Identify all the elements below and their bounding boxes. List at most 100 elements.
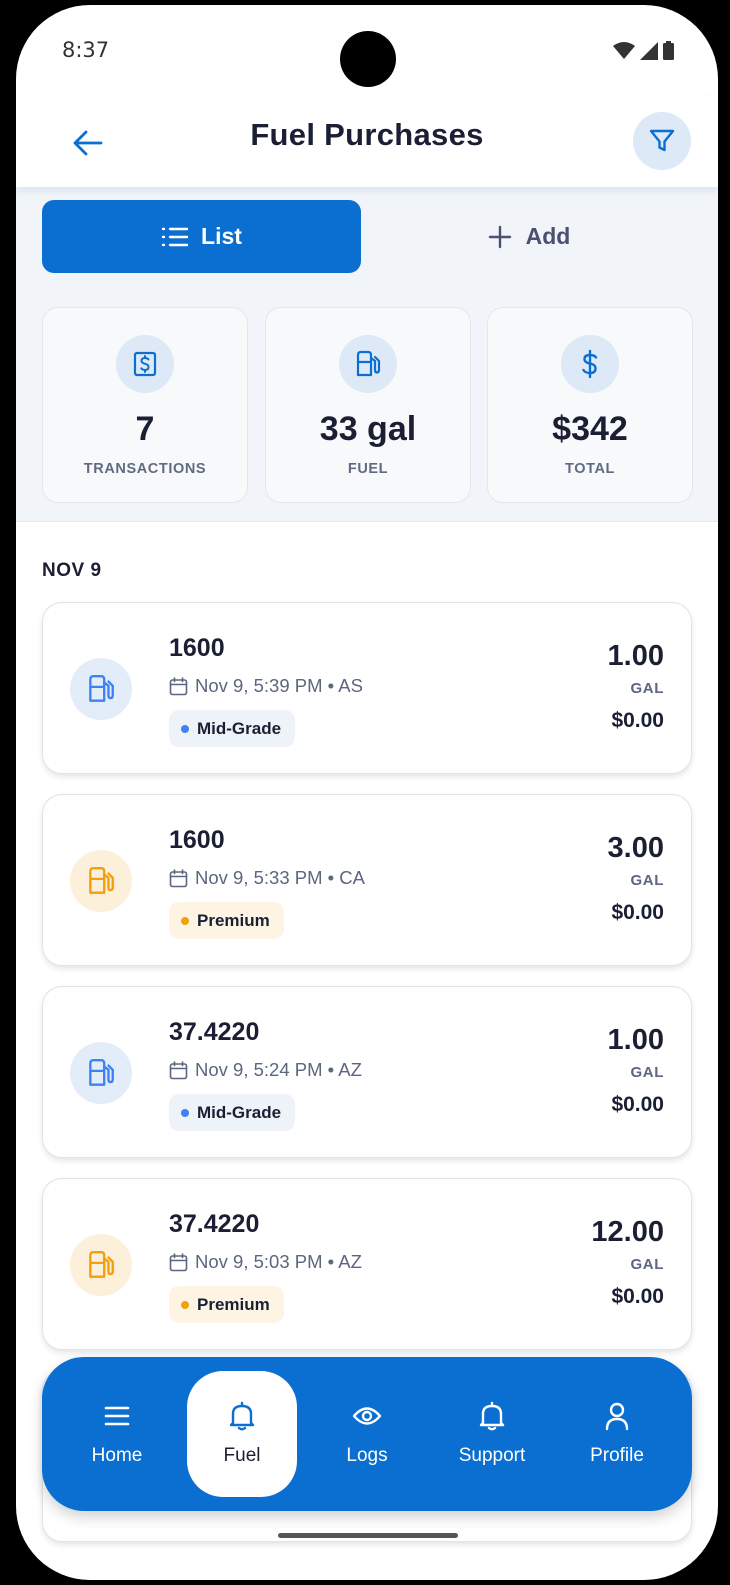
- nav-label: Support: [458, 1445, 526, 1466]
- tab-add-label: Add: [525, 223, 571, 249]
- fuel-pump-icon: [89, 1251, 114, 1278]
- grade-chip: Mid-Grade: [169, 1094, 296, 1131]
- fuel-pump-icon: [89, 675, 114, 702]
- user-icon: [605, 1402, 629, 1431]
- transaction-meta: Nov 9, 5:39 PM • AS: [169, 675, 363, 697]
- tab-add[interactable]: Add: [366, 200, 692, 273]
- grade-chip: Mid-Grade: [169, 710, 296, 747]
- stat-card-total: $342 TOTAL: [487, 307, 693, 503]
- wifi-icon: [613, 41, 635, 59]
- stat-value: $342: [552, 410, 628, 448]
- signal-icon: [640, 41, 658, 60]
- page-title: Fuel Purchases: [250, 117, 484, 152]
- transaction-datetime: Nov 9, 5:03 PM • AZ: [195, 1251, 362, 1272]
- transaction-datetime: Nov 9, 5:39 PM • AS: [195, 675, 363, 696]
- stat-label: TRANSACTIONS: [83, 461, 207, 477]
- transaction-card[interactable]: 1600 Nov 9, 5:39 PM • AS Mid-Grade 1.00 …: [42, 602, 692, 774]
- grade-label: Mid-Grade: [197, 1102, 282, 1122]
- date-section-header: NOV 9: [42, 560, 102, 581]
- battery-icon: [663, 41, 674, 60]
- transaction-gallons: 12.00: [591, 1216, 664, 1248]
- nav-label: Profile: [590, 1445, 644, 1466]
- transaction-card[interactable]: 1600 Nov 9, 5:33 PM • CA Premium 3.00 GA…: [42, 794, 692, 966]
- bottom-nav: Home Fuel Logs Support Profile: [42, 1357, 692, 1511]
- plus-icon: [488, 225, 511, 248]
- grade-label: Premium: [197, 1294, 270, 1314]
- stat-card-fuel: 33 gal FUEL: [265, 307, 471, 503]
- nav-item-home[interactable]: Home: [62, 1357, 172, 1511]
- grade-chip: Premium: [169, 902, 284, 939]
- bell-icon: [479, 1401, 505, 1431]
- nav-item-fuel[interactable]: Fuel: [187, 1371, 297, 1497]
- transaction-price: $0.00: [611, 1093, 664, 1116]
- status-time: 8:37: [62, 38, 110, 62]
- tab-list-label: List: [201, 223, 242, 249]
- fuel-pump-icon: [89, 1059, 114, 1086]
- grade-label: Premium: [197, 910, 270, 930]
- stat-value: 7: [135, 410, 155, 448]
- transaction-price: $0.00: [611, 1285, 664, 1308]
- grade-dot: [181, 1300, 189, 1309]
- transaction-location: 1600: [169, 826, 225, 854]
- filter-button[interactable]: [633, 112, 691, 170]
- filter-icon: [649, 129, 675, 152]
- stat-icon-badge: [116, 335, 174, 393]
- calendar-icon: [169, 1060, 188, 1079]
- receipt-icon: [133, 351, 157, 377]
- grade-dot: [181, 916, 189, 925]
- calendar-icon: [169, 868, 188, 887]
- transaction-location: 37.4220: [169, 1018, 260, 1046]
- grade-dot: [181, 1108, 189, 1117]
- transaction-unit: GAL: [630, 872, 664, 889]
- transaction-unit: GAL: [630, 1256, 664, 1273]
- stat-card-transactions: 7 TRANSACTIONS: [42, 307, 248, 503]
- stat-icon-badge: [339, 335, 397, 393]
- dollar-icon: [582, 349, 598, 379]
- nav-label: Logs: [346, 1445, 388, 1466]
- status-icons: [613, 41, 674, 60]
- transaction-meta: Nov 9, 5:33 PM • CA: [169, 867, 365, 889]
- fuel-pump-icon: [89, 867, 114, 894]
- transaction-location: 37.4220: [169, 1210, 260, 1238]
- transaction-meta: Nov 9, 5:03 PM • AZ: [169, 1251, 362, 1273]
- transaction-gallons: 1.00: [607, 1024, 664, 1056]
- stat-label: FUEL: [347, 461, 389, 477]
- fuel-icon-badge: [70, 658, 132, 720]
- grade-chip: Premium: [169, 1286, 284, 1323]
- nav-label: Home: [91, 1445, 143, 1466]
- fuel-icon-badge: [70, 1042, 132, 1104]
- fuel-pump-icon: [356, 350, 381, 377]
- tab-list[interactable]: List: [42, 200, 361, 273]
- transaction-gallons: 3.00: [607, 832, 664, 864]
- nav-item-logs[interactable]: Logs: [312, 1357, 422, 1511]
- transaction-datetime: Nov 9, 5:33 PM • CA: [195, 867, 365, 888]
- transaction-unit: GAL: [630, 1064, 664, 1081]
- nav-item-profile[interactable]: Profile: [562, 1357, 672, 1511]
- phone-screen: 8:37 Fuel Purchases List Add 7 TRANSACTI…: [16, 5, 718, 1580]
- transaction-gallons: 1.00: [607, 640, 664, 672]
- stat-label: TOTAL: [565, 461, 615, 477]
- transaction-meta: Nov 9, 5:24 PM • AZ: [169, 1059, 362, 1081]
- stat-value: 33 gal: [319, 410, 417, 448]
- nav-item-support[interactable]: Support: [437, 1357, 547, 1511]
- fuel-icon-badge: [70, 1234, 132, 1296]
- home-indicator: [278, 1533, 458, 1538]
- eye-icon: [352, 1407, 382, 1425]
- list-icon: [161, 227, 189, 246]
- transaction-card[interactable]: 37.4220 Nov 9, 5:03 PM • AZ Premium 12.0…: [42, 1178, 692, 1350]
- app-bar: Fuel Purchases: [16, 95, 718, 187]
- fuel-icon-badge: [70, 850, 132, 912]
- calendar-icon: [169, 1252, 188, 1271]
- stat-icon-badge: [561, 335, 619, 393]
- summary-panel: 7 TRANSACTIONS 33 gal FUEL $342 TOTAL: [16, 287, 718, 522]
- bell-icon: [229, 1401, 255, 1431]
- transaction-price: $0.00: [611, 901, 664, 924]
- view-tabs: List Add: [16, 187, 718, 287]
- grade-dot: [181, 724, 189, 733]
- transaction-location: 1600: [169, 634, 225, 662]
- transaction-unit: GAL: [630, 680, 664, 697]
- transaction-card[interactable]: 37.4220 Nov 9, 5:24 PM • AZ Mid-Grade 1.…: [42, 986, 692, 1158]
- transaction-price: $0.00: [611, 709, 664, 732]
- menu-icon: [104, 1406, 130, 1426]
- calendar-icon: [169, 676, 188, 695]
